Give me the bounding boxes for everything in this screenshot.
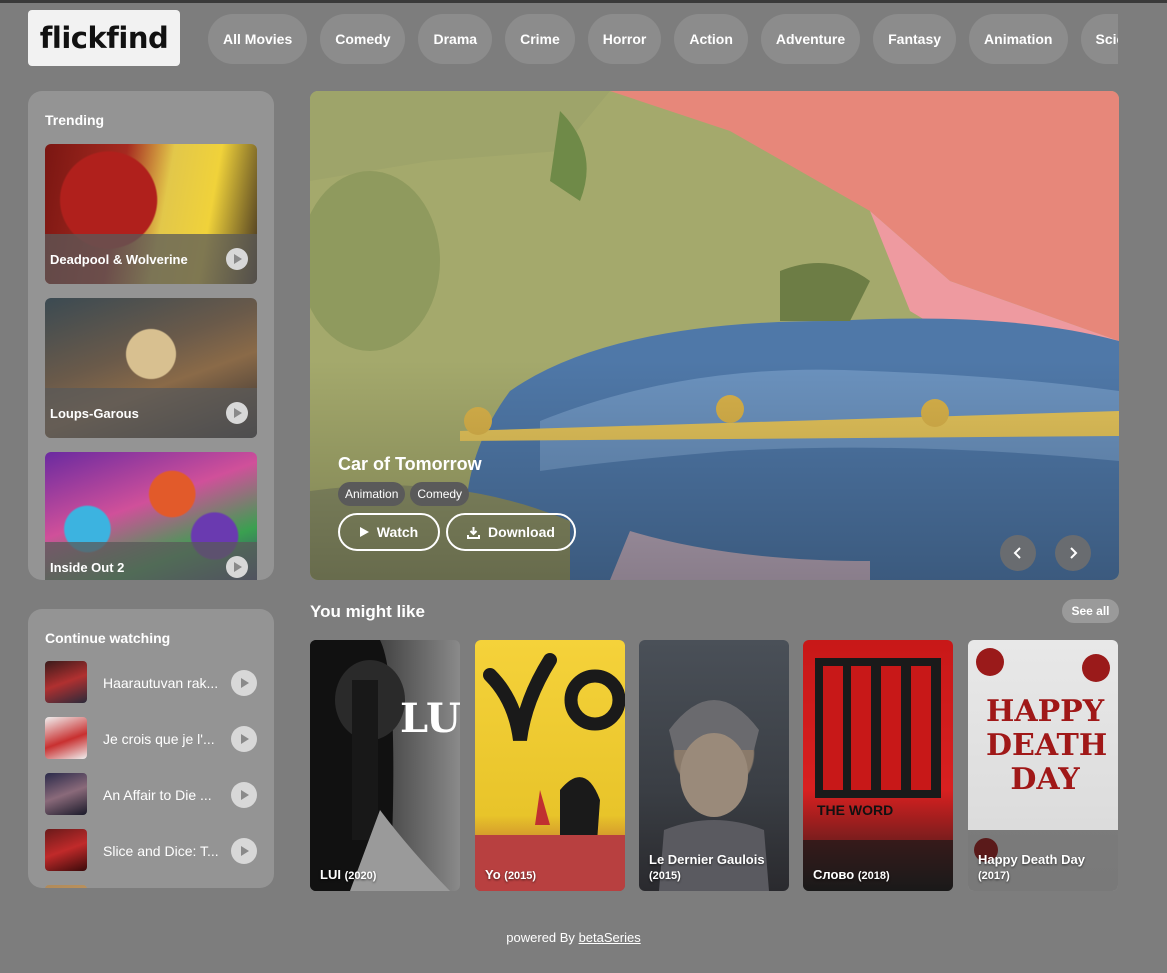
movie-name: LUI [320,867,341,882]
continue-thumbnail [45,717,87,759]
trending-card[interactable]: Deadpool & Wolverine [45,144,257,284]
section-title: You might like [310,602,425,621]
trending-title: Trending [45,112,105,128]
play-icon [359,527,369,537]
continue-title: Haarautuvan rak... [103,675,219,691]
genre-pill[interactable]: Science-Fiction [1080,14,1118,64]
genre-pill[interactable]: Action [674,14,748,64]
poster-title: HAPPY DEATH DAY [986,694,1108,797]
genre-pill[interactable]: Horror [587,14,662,64]
see-all-button[interactable]: See all [1062,599,1119,623]
movie-year: (2018) [857,870,890,882]
hero-tags: Animation Comedy [338,482,470,506]
poster-title: THE WORD [817,802,894,818]
play-icon[interactable] [231,726,257,752]
watch-button[interactable]: Watch [338,513,440,551]
continue-thumbnail [45,661,87,703]
hero-artwork [310,91,1119,580]
play-icon[interactable] [226,402,248,424]
logo[interactable]: flickfind [28,10,180,66]
watch-label: Watch [376,524,419,540]
chevron-right-icon [1070,547,1078,559]
genre-nav: All Movies Comedy Drama Crime Horror Act… [208,14,1118,64]
movie-caption: Yo (2015) [485,867,536,882]
movie-year: (2015) [504,870,537,882]
chevron-left-icon [1013,547,1021,559]
play-icon[interactable] [231,782,257,808]
trending-panel: Trending Deadpool & Wolverine Loups-Garo… [28,91,274,580]
genre-pill[interactable]: Fantasy [873,14,957,64]
play-icon[interactable] [226,556,248,578]
continue-thumbnail [45,885,87,888]
genre-pill[interactable]: Adventure [760,14,861,64]
movie-caption: Le Dernier Gaulois (2015) [649,852,765,882]
genre-pill[interactable]: All Movies [208,14,308,64]
poster-artwork [475,653,625,891]
movie-name: Happy Death Day [978,852,1085,867]
movie-year: (2015) [649,870,681,882]
movie-name: Yo [485,867,501,882]
movie-year: (2020) [344,870,377,882]
genre-pill[interactable]: Crime [505,14,575,64]
carousel-prev-button[interactable] [1000,535,1036,571]
movie-card[interactable]: Yo (2015) [475,640,625,891]
poster-title: LUI [400,695,460,742]
hero-title: Car of Tomorrow [338,454,482,474]
hero-banner: Car of Tomorrow Animation Comedy Watch D… [310,91,1119,580]
footer-prefix: powered By [506,930,575,945]
continue-item[interactable] [45,885,257,888]
download-label: Download [488,524,555,540]
continue-title: An Affair to Die ... [103,787,212,803]
betaseries-link[interactable]: betaSeries [579,930,641,945]
genre-tag: Comedy [410,482,470,506]
trending-label: Inside Out 2 [50,560,125,575]
continue-thumbnail [45,773,87,815]
continue-item[interactable]: Slice and Dice: T... [45,829,257,873]
trending-card[interactable]: Loups-Garous [45,298,257,438]
continue-thumbnail [45,829,87,871]
movie-year: (2017) [978,870,1010,882]
trending-label: Loups-Garous [50,406,139,421]
continue-title: Je crois que je l'... [103,731,215,747]
download-button[interactable]: Download [446,513,576,551]
continue-item[interactable]: Je crois que je l'... [45,717,257,761]
movie-caption: LUI (2020) [320,867,376,882]
footer: powered By betaSeries [0,930,1147,945]
poster-artwork [803,658,953,891]
continue-item[interactable]: Haarautuvan rak... [45,661,257,705]
genre-pill[interactable]: Comedy [320,14,406,64]
genre-pill[interactable]: Drama [418,14,493,64]
window-top-border [0,0,1167,3]
continue-watching-title: Continue watching [45,630,171,646]
play-icon[interactable] [226,248,248,270]
movie-card[interactable]: HAPPY DEATH DAY Happy Death Day (2017) [968,640,1118,891]
movie-card[interactable]: LUI LUI (2020) [310,640,460,891]
play-icon[interactable] [231,670,257,696]
movie-name: Le Dernier Gaulois [649,852,765,867]
movie-card[interactable]: Le Dernier Gaulois (2015) [639,640,789,891]
trending-card[interactable]: Inside Out 2 [45,452,257,580]
continue-item[interactable]: An Affair to Die ... [45,773,257,817]
poster-artwork [310,640,450,891]
movie-caption: Happy Death Day (2017) [978,852,1085,882]
play-icon[interactable] [231,838,257,864]
movie-caption: Слово (2018) [813,867,890,882]
carousel-next-button[interactable] [1055,535,1091,571]
genre-pill[interactable]: Animation [969,14,1068,64]
download-icon [467,526,481,539]
movie-card[interactable]: THE WORD Слово (2018) [803,640,953,891]
genre-tag: Animation [338,482,406,506]
continue-title: Slice and Dice: T... [103,843,219,859]
movie-name: Слово [813,867,855,882]
continue-watching-panel: Continue watching Haarautuvan rak... Je … [28,609,274,888]
trending-label: Deadpool & Wolverine [50,252,188,267]
